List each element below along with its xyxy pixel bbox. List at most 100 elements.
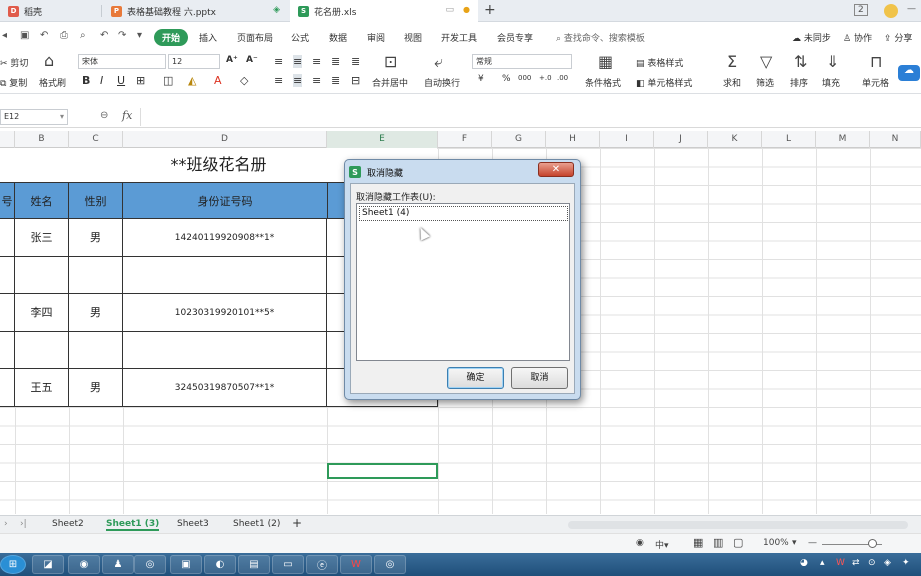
browser-icon[interactable]: ◐ xyxy=(204,555,236,574)
tab-page-layout[interactable]: 页面布局 xyxy=(237,31,273,44)
column-header[interactable]: K xyxy=(708,131,762,148)
wrap-text-icon[interactable]: ⤶ xyxy=(434,52,443,72)
percent-button[interactable]: % xyxy=(502,74,511,84)
tray-icon[interactable]: ✦ xyxy=(902,558,910,568)
table-cell-gender[interactable] xyxy=(69,257,123,294)
tab-member[interactable]: 会员专享 xyxy=(497,31,533,44)
close-button[interactable]: ✕ xyxy=(538,162,574,177)
command-search[interactable]: ⌕ 查找命令、搜索模板 xyxy=(556,31,645,44)
collaborate-button[interactable]: ♙ 协作 xyxy=(843,31,872,44)
column-header[interactable]: D xyxy=(123,131,327,148)
minimize-icon[interactable]: — xyxy=(907,4,916,14)
tab-home[interactable]: 开始 xyxy=(154,29,189,46)
column-header[interactable]: C xyxy=(69,131,123,148)
ok-button[interactable]: 确定 xyxy=(447,367,504,389)
undo-history-icon[interactable]: ↶ xyxy=(40,30,48,41)
decimal-decrease-button[interactable]: .00 xyxy=(557,74,568,82)
font-size-select[interactable]: 12 xyxy=(168,54,220,69)
zoom-slider-knob[interactable] xyxy=(868,539,877,548)
cloud-icon[interactable]: ☁ xyxy=(898,65,920,81)
column-header[interactable]: L xyxy=(762,131,816,148)
align-bottom-icon[interactable]: ≡ xyxy=(312,55,321,68)
distribute-icon[interactable]: ⊟ xyxy=(351,74,360,87)
tray-icon[interactable]: ⇄ xyxy=(852,558,860,568)
input-method-icon[interactable]: 中▾ xyxy=(655,538,669,551)
column-header[interactable] xyxy=(0,131,15,148)
table-cell[interactable] xyxy=(0,369,15,407)
highlight-icon[interactable]: ◭ xyxy=(188,74,196,87)
tray-arrow-icon[interactable]: ▴ xyxy=(820,558,825,568)
align-center-icon[interactable]: ≡ xyxy=(293,74,303,87)
sheet-tab[interactable]: Sheet2 xyxy=(52,519,84,529)
merge-center-icon[interactable]: ⊡ xyxy=(384,52,397,71)
table-cell[interactable] xyxy=(0,332,15,369)
sum-button[interactable]: 求和 xyxy=(723,76,741,89)
conditional-format-icon[interactable]: ▦ xyxy=(598,52,613,71)
prev-sheet-icon[interactable]: › xyxy=(4,519,8,529)
hidden-sheet-list[interactable]: Sheet1 (4) xyxy=(356,203,570,361)
fill-color-icon[interactable]: ◫ xyxy=(163,74,173,87)
tray-icon[interactable]: ◕ xyxy=(800,558,808,568)
sheet-tab-active[interactable]: Sheet1 (3) xyxy=(106,519,160,531)
tab-insert[interactable]: 插入 xyxy=(199,31,217,44)
sync-status[interactable]: ☁ 未同步 xyxy=(792,31,831,44)
table-cell-gender[interactable]: 男 xyxy=(69,219,123,257)
explorer-icon[interactable]: ▭ xyxy=(272,555,304,574)
tab-xls[interactable]: S 花名册.xls ▭ ● xyxy=(290,0,478,22)
column-header[interactable]: F xyxy=(438,131,492,148)
column-header[interactable]: G xyxy=(492,131,546,148)
currency-button[interactable]: ¥ xyxy=(478,74,484,84)
table-cell-gender[interactable]: 男 xyxy=(69,294,123,332)
formula-input[interactable] xyxy=(140,108,921,126)
justify-icon[interactable]: ≣ xyxy=(331,74,340,87)
active-cell-selection[interactable] xyxy=(327,463,438,479)
fill-icon[interactable]: ⇓ xyxy=(826,52,839,71)
format-painter-icon[interactable]: ⌂ xyxy=(44,51,54,70)
font-color-icon[interactable]: A xyxy=(214,74,222,87)
table-cell-id[interactable] xyxy=(123,332,327,369)
table-cell[interactable] xyxy=(0,219,15,257)
last-sheet-icon[interactable]: ›| xyxy=(20,519,27,529)
page-layout-view-icon[interactable]: ▥ xyxy=(713,536,723,549)
format-painter-label[interactable]: 格式刷 xyxy=(39,76,66,89)
table-cell-id[interactable]: 10230319920101**5* xyxy=(123,294,327,332)
tab-review[interactable]: 审阅 xyxy=(367,31,385,44)
clear-format-icon[interactable]: ◇ xyxy=(240,74,248,87)
column-header[interactable]: I xyxy=(600,131,654,148)
filter-icon[interactable]: ▽ xyxy=(760,52,772,71)
align-top-icon[interactable]: ≡ xyxy=(274,55,283,68)
zoom-icon[interactable]: ⊖ xyxy=(100,110,108,121)
tray-icon[interactable]: ⊙ xyxy=(868,558,876,568)
redo-icon[interactable]: ↷ xyxy=(118,30,126,41)
sheet-tab[interactable]: Sheet1 (2) xyxy=(233,519,280,529)
start-button[interactable]: ⊞ xyxy=(0,555,26,574)
table-cell-name[interactable]: 李四 xyxy=(15,294,69,332)
tab-docer[interactable]: D 稻壳 xyxy=(0,0,100,22)
header-number[interactable]: 号 xyxy=(0,182,15,219)
new-tab-button[interactable]: + xyxy=(484,2,496,18)
table-cell-name[interactable]: 王五 xyxy=(15,369,69,407)
horizontal-scrollbar[interactable] xyxy=(568,521,908,529)
sort-icon[interactable]: ⇅ xyxy=(794,52,807,71)
underline-icon[interactable]: U xyxy=(117,74,125,87)
firefox-icon[interactable]: ◉ xyxy=(68,555,100,574)
chrome-icon[interactable]: ◎ xyxy=(134,555,166,574)
normal-view-icon[interactable]: ▦ xyxy=(693,536,703,549)
table-style-button[interactable]: ▤ 表格样式 xyxy=(636,56,683,69)
table-cell-id[interactable]: 32450319870507**1* xyxy=(123,369,327,407)
cell-style-button[interactable]: ◧ 单元格样式 xyxy=(636,76,692,89)
wps-tray-icon[interactable]: W xyxy=(836,558,845,568)
folder-app-icon[interactable]: ▣ xyxy=(170,555,202,574)
wps-icon[interactable]: W xyxy=(340,555,372,574)
table-cell-gender[interactable]: 男 xyxy=(69,369,123,407)
name-box[interactable]: E12 ▾ xyxy=(0,109,68,125)
zoom-out-icon[interactable]: — xyxy=(808,538,817,548)
tab-data[interactable]: 数据 xyxy=(329,31,347,44)
list-item[interactable]: Sheet1 (4) xyxy=(359,206,568,221)
table-cell-name[interactable] xyxy=(15,257,69,294)
decimal-increase-button[interactable]: +.0 xyxy=(539,74,552,82)
table-cell-id[interactable] xyxy=(123,257,327,294)
page-break-view-icon[interactable]: ▢ xyxy=(733,536,743,549)
table-cell-name[interactable] xyxy=(15,332,69,369)
align-left-icon[interactable]: ≡ xyxy=(274,74,283,87)
